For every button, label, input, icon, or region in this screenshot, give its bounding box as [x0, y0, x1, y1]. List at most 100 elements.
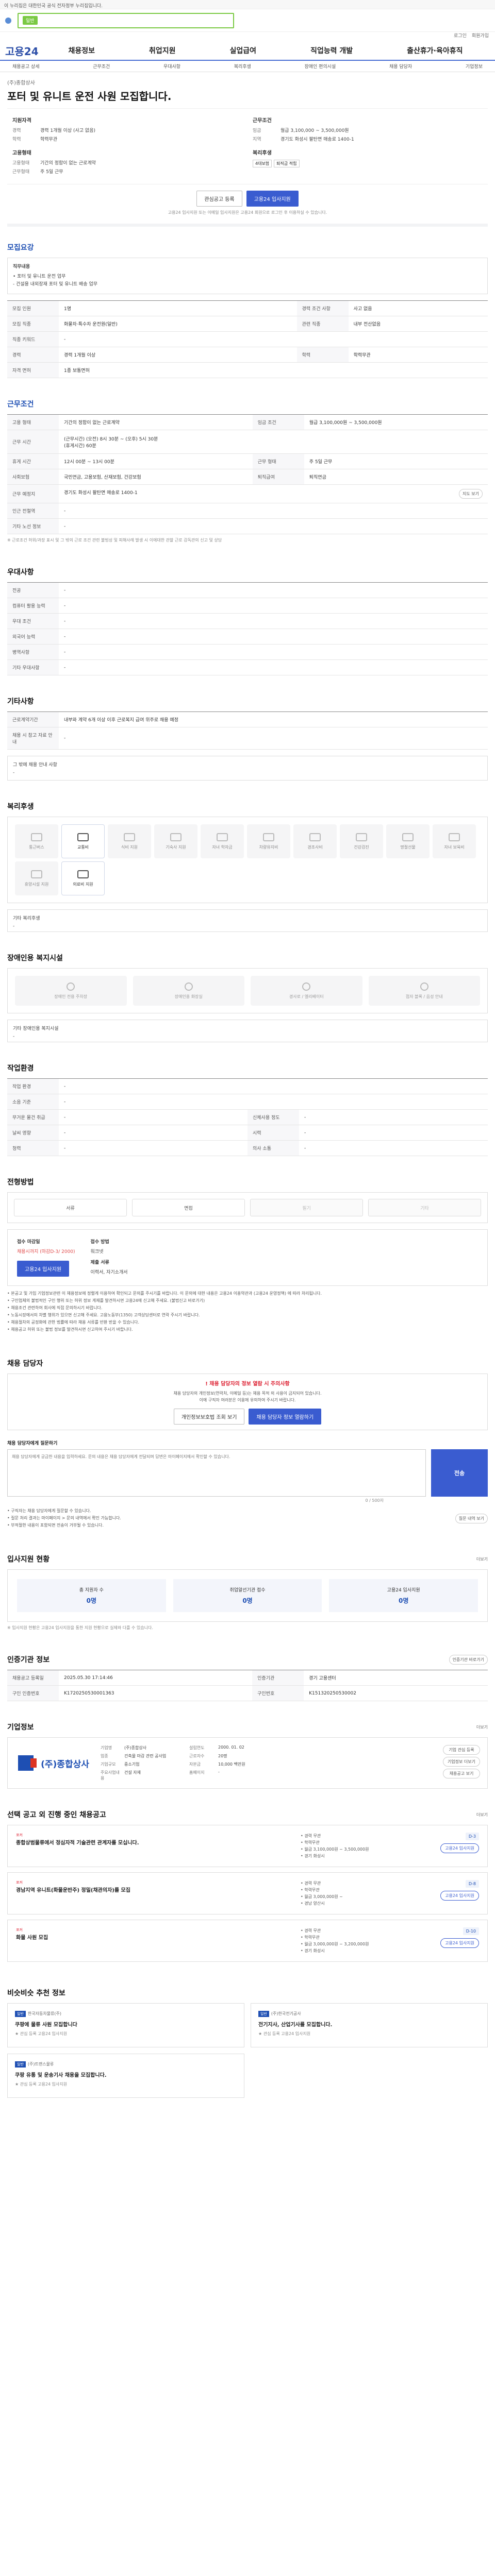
- row-key: 우대 조건: [7, 613, 59, 629]
- related-job-tag: 포커: [16, 1833, 23, 1837]
- section-etc: 기타사항 근로계약기간 내부와 계약 6개 이상 이후 근로복지 급여 위주로 채…: [7, 681, 488, 786]
- gnb-item-leave[interactable]: 출산휴가·육아휴직: [407, 45, 463, 56]
- recommend-title[interactable]: 쿠팡에 물류 사원 모집합니다: [15, 2020, 237, 2028]
- view-contact-button[interactable]: 채용 담당자 정보 열람하기: [249, 1409, 322, 1425]
- section-cert: 인증기관 정보 인증기관 바로가기 채용공고 등록일 2025.05.30 17:1…: [7, 1639, 488, 1706]
- section-title: 기타사항: [7, 698, 34, 706]
- apply-method-value: 워크넷: [90, 1249, 104, 1255]
- stats-note: ※ 입사지원 현황은 고용24 입사지원을 통한 지원 현황으로 실제와 다를 …: [7, 1625, 153, 1630]
- related-job-meta: • 학력무관: [301, 1935, 320, 1940]
- recommend-meta: ★ 관심 등록 고용24 입사지원: [258, 2031, 311, 2036]
- related-job-apply-button[interactable]: 고용24 입사지원: [440, 1891, 479, 1901]
- recommend-card[interactable]: 일반 (주)한국전기공사 전기지사, 산업기사를 모집합니다. ★ 관심 등록 고…: [251, 2003, 488, 2047]
- company-interest-button[interactable]: 기업 관심 등록: [442, 1745, 480, 1755]
- related-job-title[interactable]: 화물 사원 모집: [16, 1935, 292, 1942]
- company-jobs-button[interactable]: 채용공고 보기: [442, 1769, 480, 1778]
- stat-label: 취업알선기관 접수: [229, 1588, 266, 1593]
- row-value: 국민연금, 고용보험, 산재보험, 건강보험: [59, 469, 253, 485]
- recommend-card[interactable]: 일반 (주)트랜스물류 쿠팡 유통 및 운송기사 채용을 모집합니다. ★ 관심 …: [7, 2054, 244, 2098]
- gnb-item-support[interactable]: 취업지원: [149, 45, 176, 56]
- tab-conditions[interactable]: 근무조건: [88, 63, 115, 70]
- related-job-item[interactable]: 포커 종합상범물류에서 정심자적 기술관련 관계자를 모십니다. • 경력 무관 •…: [7, 1825, 488, 1867]
- gov-emblem-icon: [5, 17, 11, 24]
- company-detail-button[interactable]: 기업정보 더보기: [442, 1757, 480, 1767]
- related-job-item[interactable]: 포커 화물 사원 모집 • 경력 무관 • 학력무관 • 월급 3,000,000원 …: [7, 1920, 488, 1962]
- inquiry-textarea[interactable]: [7, 1449, 426, 1497]
- welfare-icon: [77, 870, 89, 878]
- related-job-meta: • 학력무관: [301, 1840, 320, 1845]
- recommend-title[interactable]: 전기지사, 산업기사를 모집합니다.: [258, 2020, 480, 2028]
- row-key: 학력: [296, 347, 349, 363]
- related-job-title[interactable]: 종합상범물류에서 정심자적 기술관련 관계자를 모십니다.: [16, 1840, 292, 1847]
- inquiry-note: • 구직자는 채용 담당자에게 질문할 수 있습니다.: [7, 1509, 91, 1513]
- info-value: 건축물 마감 관련 공사업: [124, 1754, 167, 1758]
- gnb-item-unemployment[interactable]: 실업급여: [229, 45, 256, 56]
- section-title: 기업정보: [7, 1723, 34, 1732]
- related-more-link[interactable]: 더보기: [476, 1812, 488, 1818]
- gnb-item-training[interactable]: 직업능력 개발: [310, 45, 353, 56]
- related-job-item[interactable]: 포커 경남지역 유니트(화물운반주) 정밀(채관의자)를 모집 • 경력 무관 • …: [7, 1872, 488, 1914]
- section-title: 우대사항: [7, 568, 34, 577]
- row-key: 근무 형태: [252, 453, 304, 469]
- inquiry-history-button[interactable]: 질문 내역 보기: [455, 1513, 488, 1523]
- cta-note: 고용24 입사지원 또는 이메일 입사지원은 고용24 회원으로 로그인 후 이…: [7, 210, 488, 227]
- row-value: 내부와 계약 6개 이상 이후 근로복지 급여 위주로 채용 예정: [59, 711, 488, 727]
- row-key: 기타 우대사항: [7, 659, 59, 675]
- section-contact: 채용 담당자 ! 채용 담당자의 정보 열람 시 주의사항 채용 담당자의 개인…: [7, 1343, 488, 1538]
- welfare-label: 휴양시설 지원: [24, 882, 49, 887]
- summary-welfare-title: 복리후생: [253, 150, 272, 156]
- info-value: -: [218, 1770, 220, 1774]
- signup-link[interactable]: 회원가입: [472, 32, 489, 41]
- tab-preference[interactable]: 우대사항: [158, 63, 186, 70]
- row-value: 경기도 화성시 팔탄면 매송로 1400-1 지도 보기: [59, 484, 488, 503]
- job-summary: 지원자격 경력 경력 1개월 이상 (사고 없음) 학력 학력무관 고용형태 고용형…: [7, 109, 488, 184]
- apply-note: • 채용공고 허위 또는 불법 정보를 발견하시면 신고하여 주시기 바랍니다.: [7, 1327, 133, 1332]
- tab-welfare[interactable]: 복리후생: [229, 63, 256, 70]
- search-input[interactable]: 일반: [18, 12, 234, 28]
- recommend-card[interactable]: 일반 한국자동차물류(주) 쿠팡에 물류 사원 모집합니다 ★ 관심 등록 고용2…: [7, 2003, 244, 2047]
- row-value: 화물차·특수차 운전원(일반): [59, 316, 297, 332]
- gnb-item-jobs[interactable]: 채용정보: [68, 45, 95, 56]
- etc-table: 근로계약기간 내부와 계약 6개 이상 이후 근로복지 급여 위주로 채용 예정 …: [7, 711, 488, 750]
- section-preference: 우대사항 전공 - 컴퓨터 활용 능력 - 우대 조건 - 외국어 능력 - 병역사항 -…: [7, 551, 488, 681]
- related-job-apply-button[interactable]: 고용24 입사지원: [440, 1843, 479, 1853]
- recruit-table: 모집 인원 1명 경력 조건 사항 사고 없음 모집 직종 화물차·특수차 운전원(일반…: [7, 300, 488, 378]
- section-title: 선택 공고 외 진행 중인 채용공고: [7, 1811, 106, 1819]
- accessibility-label: 점자 블록 / 음성 안내: [405, 994, 443, 999]
- row-value: 학력무관: [348, 347, 488, 363]
- tab-accessibility[interactable]: 장애인 편의시설: [299, 63, 341, 70]
- send-inquiry-button[interactable]: 전송: [431, 1449, 488, 1497]
- map-button[interactable]: 지도 보기: [459, 489, 483, 499]
- section-recruit: 모집요강 직무내용 • 포터 및 유니트 운전 업무 - 건설용 내외장재 포터…: [7, 227, 488, 383]
- row-key: 자격 면허: [7, 362, 59, 378]
- search-category[interactable]: 일반: [23, 16, 38, 25]
- login-link[interactable]: 로그인: [454, 32, 467, 41]
- cert-link-button[interactable]: 인증기관 바로가기: [449, 1654, 488, 1665]
- recommend-title[interactable]: 쿠팡 유통 및 운송기사 채용을 모집합니다.: [15, 2071, 237, 2078]
- accessibility-other-value: -: [13, 1034, 15, 1039]
- tab-company[interactable]: 기업정보: [460, 63, 488, 70]
- row-value: -: [59, 644, 488, 660]
- job-title: 포터 및 유니트 운전 사원 모집합니다.: [7, 90, 172, 103]
- apply-button-secondary[interactable]: 고용24 입사지원: [17, 1261, 70, 1277]
- stats-more-link[interactable]: 더보기: [476, 1556, 488, 1562]
- apply-button[interactable]: 고용24 입사지원: [246, 191, 299, 207]
- company-name[interactable]: (주)종합상사: [7, 78, 488, 86]
- accessibility-item: 장애인용 화장실: [133, 976, 244, 1006]
- info-key: 업종: [101, 1754, 108, 1758]
- tab-detail[interactable]: 채용공고 상세: [7, 63, 45, 70]
- company-more-link[interactable]: 더보기: [476, 1724, 488, 1730]
- etc-other-label: 그 밖에 채용 안내 사항: [13, 762, 57, 768]
- accessibility-label: 경사로 / 엘리베이터: [289, 994, 324, 999]
- tab-contact[interactable]: 채용 담당자: [384, 63, 417, 70]
- apply-note: • 구인업체의 불법적인 구인 행위 또는 허위 정보 게재를 발견하시면 고용…: [7, 1298, 205, 1303]
- privacy-law-button[interactable]: 개인정보보호법 조회 보기: [173, 1409, 245, 1425]
- welfare-icon: [217, 833, 228, 841]
- brand-logo[interactable]: 고용24: [5, 43, 41, 58]
- welfare-label: 교통비: [77, 844, 89, 850]
- process-step-written: 필기: [250, 1199, 363, 1216]
- welfare-item: 휴양시설 지원: [15, 861, 58, 895]
- add-interest-button[interactable]: 관심공고 등록: [196, 191, 242, 207]
- related-job-title[interactable]: 경남지역 유니트(화물운반주) 정밀(채관의자)를 모집: [16, 1887, 292, 1894]
- related-job-apply-button[interactable]: 고용24 입사지원: [440, 1938, 479, 1948]
